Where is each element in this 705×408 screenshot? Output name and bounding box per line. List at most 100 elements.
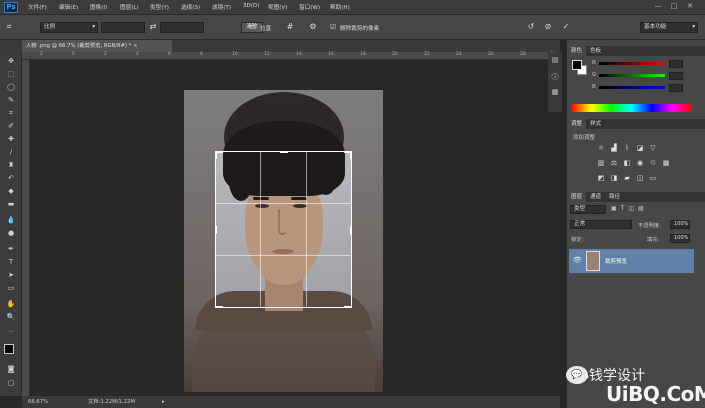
stamp-tool-icon[interactable]: ♜	[6, 160, 16, 170]
healing-tool-icon[interactable]: ✚	[6, 134, 16, 144]
selective-color-icon[interactable]: ◫	[636, 175, 644, 182]
channel-mixer-icon[interactable]: ♲	[649, 160, 657, 167]
dodge-tool-icon[interactable]: ●	[6, 228, 16, 238]
crop-handle[interactable]	[350, 226, 352, 234]
close-icon[interactable]: ✕	[682, 2, 698, 10]
history-brush-tool-icon[interactable]: ↶	[6, 173, 16, 183]
photo-filter-icon[interactable]: ◉	[636, 160, 644, 167]
menu-file[interactable]: 文件(F)	[28, 3, 47, 11]
invert-icon[interactable]: ◩	[597, 175, 605, 182]
blur-tool-icon[interactable]: 💧	[6, 215, 16, 225]
path-select-tool-icon[interactable]: ➤	[6, 270, 16, 280]
crop-handle[interactable]	[280, 151, 288, 153]
cancel-icon[interactable]: ⊘	[543, 22, 553, 32]
opacity-input[interactable]: 100%	[670, 220, 690, 229]
menu-type[interactable]: 类型(Y)	[150, 3, 169, 11]
channel-g-value[interactable]	[669, 72, 683, 80]
tab-color[interactable]: 颜色	[567, 46, 587, 56]
black-white-icon[interactable]: ◧	[623, 160, 631, 167]
straighten-icon[interactable]: ▭	[248, 22, 258, 32]
reset-icon[interactable]: ↺	[526, 22, 536, 32]
tab-channels[interactable]: 通道	[586, 192, 605, 202]
quick-mask-icon[interactable]: ◙	[6, 364, 16, 374]
visibility-eye-icon[interactable]: 👁	[573, 256, 582, 264]
curves-icon[interactable]: ⌇	[623, 145, 631, 152]
document-tab[interactable]: 人物 .png @ 66.7% (裁剪预览, RGB/8#) * ×	[22, 40, 172, 52]
channel-g-slider[interactable]	[599, 74, 665, 77]
exposure-icon[interactable]: ◪	[636, 145, 644, 152]
height-input[interactable]	[160, 22, 204, 33]
tab-adjustments[interactable]: 调整	[567, 119, 587, 129]
brightness-icon[interactable]: ☼	[597, 145, 605, 152]
channel-b-value[interactable]	[669, 84, 683, 92]
properties-panel-icon[interactable]: ▦	[550, 88, 560, 98]
commit-check-icon[interactable]: ✓	[561, 22, 571, 32]
menu-layer[interactable]: 图层(L)	[120, 3, 139, 11]
grid-overlay-icon[interactable]: #	[285, 22, 295, 32]
tab-styles[interactable]: 样式	[586, 119, 605, 129]
crop-handle[interactable]	[215, 151, 217, 159]
layer-filter-kind[interactable]: 类型	[570, 205, 606, 214]
crop-handle[interactable]	[215, 306, 223, 308]
menu-filter[interactable]: 滤镜(T)	[212, 3, 231, 11]
channel-r-value[interactable]	[669, 60, 683, 68]
minimize-icon[interactable]: —	[650, 2, 666, 10]
ratio-select[interactable]: 比例 ▾	[40, 22, 98, 33]
crop-tool-icon[interactable]: ⌗	[6, 108, 16, 118]
color-lookup-icon[interactable]: ▦	[662, 160, 670, 167]
menu-image[interactable]: 图像(I)	[90, 3, 107, 11]
lasso-tool-icon[interactable]: ◯	[6, 82, 16, 92]
eraser-tool-icon[interactable]: ◆	[6, 186, 16, 196]
quick-select-tool-icon[interactable]: ✎	[6, 95, 16, 105]
channel-r-slider[interactable]	[599, 62, 665, 65]
gradient-tool-icon[interactable]: ▬	[6, 199, 16, 209]
screen-mode-icon[interactable]: ▢	[6, 378, 16, 388]
crop-handle[interactable]	[344, 306, 352, 308]
crop-handle[interactable]	[215, 226, 217, 234]
crop-box[interactable]	[195, 121, 372, 331]
brush-tool-icon[interactable]: ∕	[6, 147, 16, 157]
zoom-level[interactable]: 66.67%	[28, 396, 48, 408]
gradient-map-icon[interactable]: ▭	[649, 175, 657, 182]
threshold-icon[interactable]: ▰	[623, 175, 631, 182]
pen-tool-icon[interactable]: ✒	[6, 244, 16, 254]
canvas-area[interactable]	[30, 60, 560, 396]
history-panel-icon[interactable]: ▤	[550, 56, 560, 66]
channel-b-slider[interactable]	[599, 86, 665, 89]
menu-view[interactable]: 视图(V)	[268, 3, 287, 11]
fill-input[interactable]: 100%	[670, 234, 690, 243]
delete-cropped-checkbox[interactable]: ☑	[328, 22, 338, 32]
hand-tool-icon[interactable]: ✋	[6, 299, 16, 309]
width-input[interactable]	[101, 22, 145, 33]
maximize-icon[interactable]: □	[666, 2, 682, 10]
menu-window[interactable]: 窗口(W)	[299, 3, 320, 11]
close-tab-icon[interactable]: ×	[133, 43, 137, 49]
zoom-tool-icon[interactable]: 🔍	[6, 312, 16, 322]
straighten-label[interactable]: 拉直	[260, 24, 271, 32]
tab-layers[interactable]: 图层	[567, 192, 587, 202]
info-panel-icon[interactable]: ⓘ	[550, 72, 560, 82]
menu-select[interactable]: 选择(S)	[181, 3, 200, 11]
color-balance-icon[interactable]: ⚖	[610, 160, 618, 167]
settings-gear-icon[interactable]: ⚙	[308, 22, 318, 32]
blend-mode-select[interactable]: 正常	[570, 220, 632, 229]
more-tools-icon[interactable]: ⋯	[6, 327, 16, 337]
posterize-icon[interactable]: ◨	[610, 175, 618, 182]
crop-tool-icon[interactable]: ⌗	[4, 22, 14, 32]
levels-icon[interactable]: ▟	[610, 145, 618, 152]
layer-name[interactable]: 裁剪预览	[605, 257, 627, 265]
document-canvas[interactable]	[184, 90, 383, 392]
type-tool-icon[interactable]: T	[6, 257, 16, 267]
menu-help[interactable]: 帮助(H)	[330, 3, 350, 11]
move-tool-icon[interactable]: ✥	[6, 56, 16, 66]
foreground-color-swatch[interactable]	[4, 344, 14, 354]
workspace-select[interactable]: 基本功能 ▾	[640, 22, 698, 33]
eyedropper-tool-icon[interactable]: ✐	[6, 121, 16, 131]
tab-paths[interactable]: 路径	[605, 192, 624, 202]
layer-row[interactable]: 👁 裁剪预览	[569, 249, 694, 273]
color-spectrum[interactable]	[571, 104, 692, 112]
marquee-tool-icon[interactable]: ⬚	[6, 69, 16, 79]
menu-edit[interactable]: 编辑(E)	[59, 3, 78, 11]
hue-saturation-icon[interactable]: ▥	[597, 160, 605, 167]
shape-tool-icon[interactable]: ▭	[6, 283, 16, 293]
